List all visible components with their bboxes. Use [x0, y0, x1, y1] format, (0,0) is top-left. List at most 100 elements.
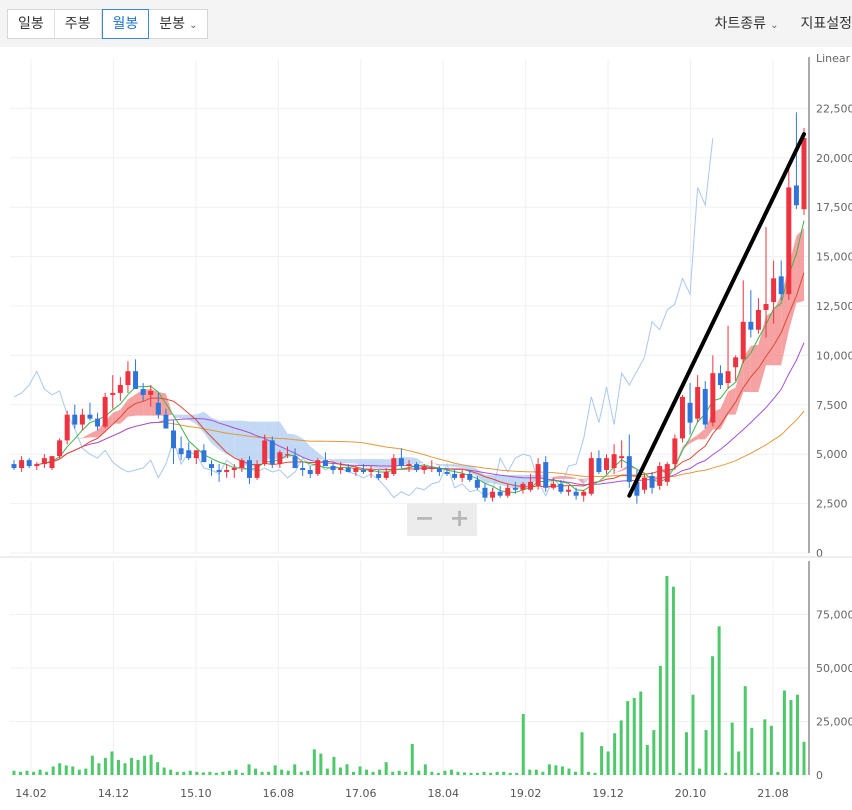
stock-chart[interactable]: 02,5005,0007,50010,00012,50015,00017,500… — [0, 47, 852, 806]
volume-bar — [313, 749, 316, 775]
tab-daily[interactable]: 일봉 — [8, 10, 55, 38]
volume-tick-label: 0 — [816, 769, 823, 782]
candle-body — [232, 468, 237, 470]
tab-minute[interactable]: 분봉⌄ — [149, 10, 207, 38]
cloud-segment — [310, 446, 318, 460]
volume-bar — [757, 773, 760, 775]
volume-bar — [137, 760, 140, 775]
time-tick-label: 14.02 — [15, 787, 47, 800]
time-tick-label: 15.10 — [180, 787, 212, 800]
time-tick-label: 19.12 — [592, 787, 624, 800]
volume-bar — [776, 772, 779, 775]
zoom-in-button[interactable]: + — [442, 503, 477, 536]
candle-body — [407, 464, 412, 466]
candle-body — [369, 470, 374, 472]
volume-bar — [332, 757, 335, 775]
volume-bar — [613, 733, 616, 775]
candle-body — [771, 278, 776, 302]
volume-bar — [19, 772, 22, 775]
volume-bar — [300, 772, 303, 775]
price-tick-label: 12,500 — [816, 300, 852, 313]
cloud-segment — [379, 459, 387, 469]
candle-body — [490, 492, 495, 498]
candle-body — [201, 450, 206, 462]
volume-bar — [685, 732, 688, 775]
indicator-settings-menu[interactable]: 지표설정 — [800, 13, 852, 33]
volume-bar — [123, 763, 126, 775]
time-tick-label: 20.10 — [675, 787, 707, 800]
cloud-segment — [614, 470, 622, 473]
candle-body — [186, 450, 191, 458]
candle-body — [475, 480, 480, 488]
volume-bar — [652, 730, 655, 775]
volume-bar — [117, 760, 120, 775]
price-tick-label: 17,500 — [816, 201, 852, 214]
cloud-segment — [318, 452, 326, 459]
candle-body — [558, 484, 563, 492]
cloud-segment — [196, 412, 204, 433]
chart-area[interactable]: 02,5005,0007,50010,00012,50015,00017,500… — [0, 47, 852, 806]
price-tick-label: 2,500 — [816, 498, 848, 511]
volume-bar — [770, 726, 773, 775]
cloud-segment — [204, 412, 212, 444]
zoom-out-button[interactable]: − — [407, 503, 442, 536]
cloud-segment — [348, 459, 356, 463]
candle-body — [513, 488, 518, 490]
candle-body — [293, 456, 298, 468]
candle-body — [255, 464, 260, 478]
volume-bar — [78, 770, 81, 775]
volume-bar — [58, 763, 61, 775]
cloud-segment — [371, 459, 379, 469]
cloud-segment — [576, 478, 584, 484]
volume-bar — [319, 754, 322, 775]
candle-body — [741, 322, 746, 360]
volume-bar — [208, 772, 211, 775]
candle-body — [315, 460, 320, 474]
volume-bar — [711, 656, 714, 775]
chart-type-menu[interactable]: 차트종류⌄ — [715, 13, 779, 33]
candle-body — [589, 458, 594, 494]
cloud-segment — [341, 459, 349, 463]
volume-bar — [476, 773, 479, 775]
volume-bar — [254, 769, 257, 775]
candle-body — [733, 357, 738, 367]
volume-bar — [280, 770, 283, 775]
volume-bar — [581, 732, 584, 775]
price-tick-label: 22,500 — [816, 102, 852, 115]
plus-icon: + — [449, 504, 469, 532]
volume-bar — [52, 766, 55, 775]
tab-weekly[interactable]: 주봉 — [55, 10, 102, 38]
tab-monthly[interactable]: 월봉 — [102, 9, 150, 39]
candle-body — [642, 478, 647, 490]
candle-body — [695, 387, 700, 419]
candle-body — [460, 474, 465, 478]
volume-bar — [541, 772, 544, 775]
volume-bar — [417, 771, 420, 775]
volume-bar — [744, 686, 747, 775]
volume-bar — [600, 746, 603, 775]
volume-bar — [385, 762, 388, 775]
candle-body — [209, 464, 214, 468]
volume-bar — [221, 772, 224, 775]
candle-body — [528, 482, 533, 490]
volume-bar — [169, 770, 172, 775]
candle-body — [239, 460, 244, 468]
volume-bar — [228, 771, 231, 775]
cloud-segment — [82, 433, 90, 438]
volume-bar — [456, 772, 459, 775]
candle-body — [680, 397, 685, 438]
candle-body — [422, 466, 427, 470]
volume-bar — [261, 772, 264, 775]
candle-body — [300, 468, 305, 470]
cloud-segment — [569, 476, 577, 478]
price-tick-label: 0 — [816, 547, 823, 560]
volume-bar — [731, 723, 734, 775]
volume-bar — [391, 772, 394, 775]
candle-body — [726, 371, 731, 383]
volume-bar — [45, 772, 48, 775]
volume-bar — [306, 771, 309, 775]
volume-bar — [783, 690, 786, 775]
volume-bar — [548, 764, 551, 775]
volume-bar — [692, 695, 695, 775]
volume-bar — [339, 768, 342, 775]
